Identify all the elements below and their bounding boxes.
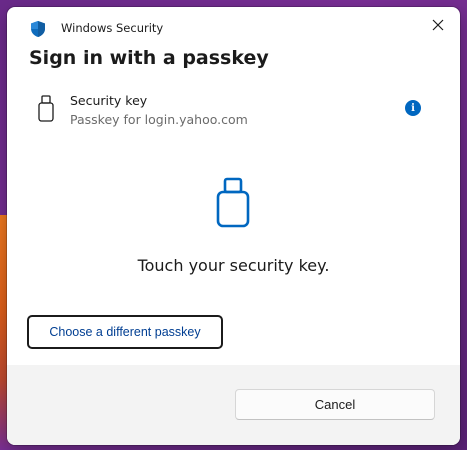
- dialog-footer: Cancel: [7, 365, 460, 445]
- usb-security-key-icon: [216, 177, 250, 228]
- info-button[interactable]: i: [405, 100, 421, 116]
- close-button[interactable]: [424, 11, 452, 39]
- shield-icon: [31, 21, 45, 37]
- choose-different-passkey-button[interactable]: Choose a different passkey: [27, 315, 223, 349]
- credential-type-label: Security key: [70, 93, 148, 108]
- credential-description: Passkey for login.yahoo.com: [70, 112, 248, 127]
- title-bar: Windows Security: [7, 7, 460, 47]
- dialog-heading: Sign in with a passkey: [29, 47, 269, 69]
- usb-security-key-icon: [38, 95, 54, 122]
- windows-security-dialog: Windows Security Sign in with a passkey …: [7, 7, 460, 445]
- app-title: Windows Security: [61, 21, 164, 35]
- touch-key-instruction: Touch your security key.: [137, 256, 330, 275]
- close-icon: [432, 19, 444, 31]
- credential-row: Security key Passkey for login.yahoo.com…: [29, 91, 429, 131]
- cancel-button[interactable]: Cancel: [235, 389, 435, 420]
- info-icon: i: [411, 102, 415, 114]
